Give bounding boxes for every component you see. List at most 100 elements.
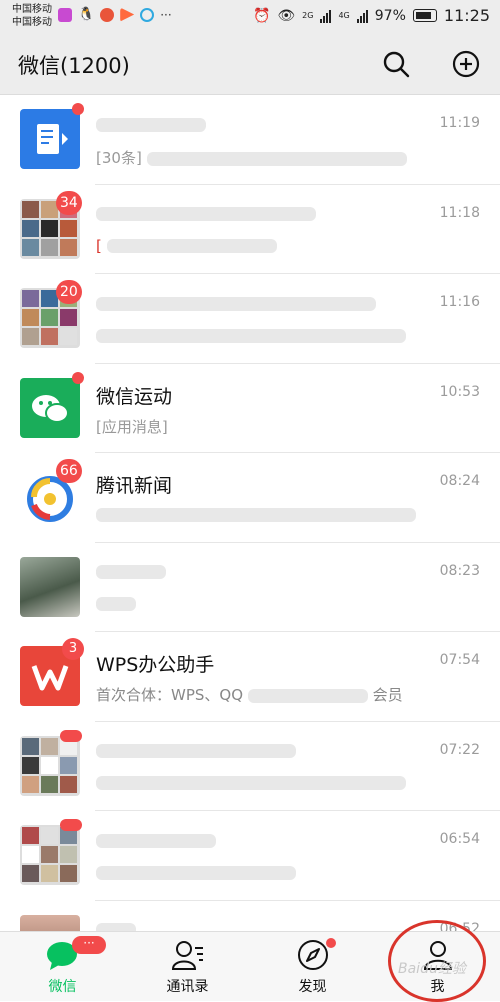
- chat-time: 07:22: [439, 741, 480, 758]
- carrier-2: 中国移动: [12, 17, 52, 28]
- status-right: ⏰ 👁 2G 4G 97% 11:25: [253, 6, 490, 25]
- tab-label: 发现: [298, 979, 327, 995]
- chat-list: 11:19 [30条] 34 11:18 [ 20 11:16 微信运动 10:…: [0, 95, 500, 931]
- chat-preview: [96, 595, 136, 613]
- chat-name: [96, 561, 166, 583]
- wechat-avatar: [20, 377, 80, 438]
- redacted-text: [96, 565, 166, 579]
- chat-name: 微信运动: [96, 385, 173, 408]
- chat-row[interactable]: 微信运动 10:53 [应用消息]: [0, 364, 500, 454]
- redacted-text: [96, 865, 296, 880]
- chat-preview: [96, 774, 406, 792]
- chat-row[interactable]: 3 WPS办公助手 07:54 首次合体：WPS、QQ 会员: [0, 632, 500, 722]
- unread-badge: 34: [56, 190, 82, 215]
- chat-row[interactable]: 06:54: [0, 811, 500, 901]
- chat-preview-text: 首次合体：WPS、QQ: [96, 686, 244, 704]
- chat-time: 10:53: [439, 383, 480, 400]
- chat-time: 08:24: [439, 473, 480, 489]
- eye-icon: 👁: [277, 7, 296, 24]
- chat-time: 06:54: [439, 831, 480, 847]
- tab-discover[interactable]: 发现: [250, 932, 375, 1001]
- battery-icon: [412, 9, 437, 22]
- group-avatar: [20, 825, 80, 885]
- notification-icons: 🐧 ···: [58, 7, 172, 22]
- chat-row[interactable]: 66 腾讯新闻 08:24: [0, 453, 500, 543]
- compass-icon: [298, 940, 328, 970]
- unread-dot: [60, 819, 82, 831]
- chat-name: [96, 292, 376, 314]
- page-title: 微信(1200): [18, 54, 130, 78]
- tab-badge: ···: [72, 936, 106, 954]
- redacted-text: [96, 117, 206, 132]
- chat-name: 腾讯新闻: [96, 475, 173, 497]
- tab-label: 通讯录: [166, 979, 209, 995]
- photo-avatar: [20, 914, 80, 931]
- carrier-labels: 中国移动 中国移动: [12, 3, 52, 29]
- clock: 11:25: [443, 6, 490, 25]
- chat-time: 08:23: [439, 562, 480, 579]
- redacted-text: [96, 507, 416, 522]
- battery-percent: 97%: [374, 7, 406, 24]
- chat-name: WPS办公助手: [96, 654, 215, 676]
- contacts-icon: [171, 941, 203, 970]
- unread-dot: [60, 729, 82, 742]
- status-bar: 中国移动 中国移动 🐧 ··· ⏰ 👁 2G 4G 97% 11:25: [0, 0, 500, 36]
- chat-row[interactable]: 08:23: [0, 543, 500, 633]
- tab-chats[interactable]: ··· 微信: [0, 932, 125, 1001]
- browser-app-icon: [140, 7, 155, 22]
- add-icon[interactable]: [450, 48, 482, 80]
- music-app-icon: [120, 7, 135, 22]
- chat-preview: [96, 505, 416, 523]
- chat-row[interactable]: 11:19 [30条]: [0, 95, 500, 185]
- redacted-text: [96, 597, 136, 611]
- video-app-icon: [58, 7, 72, 22]
- app-header: 微信(1200): [0, 36, 500, 95]
- search-icon[interactable]: [380, 48, 412, 80]
- redacted-text: [247, 688, 368, 703]
- chat-time: 11:19: [439, 115, 480, 131]
- redacted-text: [146, 151, 407, 166]
- photo-avatar: [20, 556, 80, 617]
- alarm-icon: ⏰: [252, 7, 271, 24]
- network-2g: 2G: [302, 11, 314, 20]
- redacted-text: [96, 923, 136, 931]
- chat-time: 07:54: [439, 652, 480, 668]
- redacted-text: [96, 833, 216, 848]
- qq-penguin-icon: 🐧: [78, 7, 95, 22]
- chat-preview: [30条]: [96, 147, 407, 168]
- group-avatar: [20, 735, 80, 796]
- unread-dot: [72, 103, 84, 115]
- chat-time: 11:16: [439, 294, 480, 310]
- redacted-text: [96, 296, 376, 311]
- chat-row[interactable]: 34 11:18 [: [0, 185, 500, 275]
- weibo-icon: [100, 7, 115, 22]
- redacted-text: [96, 776, 406, 790]
- chat-name: [96, 113, 206, 135]
- chat-preview: [应用消息]: [96, 417, 168, 436]
- chat-preview: [96, 326, 406, 344]
- more-notifications: ···: [160, 7, 172, 22]
- chat-preview-text: [30条]: [96, 149, 142, 167]
- chat-preview-tail: 会员: [372, 686, 403, 704]
- chat-name: [96, 829, 216, 851]
- unread-badge: 3: [62, 638, 84, 660]
- unread-badge: 20: [56, 280, 82, 304]
- signal-icon: [356, 9, 368, 23]
- tab-contacts[interactable]: 通讯录: [125, 932, 250, 1001]
- network-4g: 4G: [338, 11, 350, 20]
- chat-preview: [: [96, 237, 277, 255]
- chat-preview: [96, 863, 296, 881]
- chat-name: [96, 919, 136, 931]
- unread-badge: 66: [56, 459, 82, 483]
- signal-icon: [320, 9, 332, 23]
- document-app-avatar: [20, 109, 80, 169]
- chat-name: [96, 203, 316, 225]
- tab-dot: [326, 938, 336, 948]
- unread-dot: [72, 371, 84, 384]
- chat-row[interactable]: 07:22: [0, 722, 500, 812]
- annotation-circle: [388, 920, 486, 1002]
- carrier-1: 中国移动: [12, 4, 52, 15]
- chat-row[interactable]: 20 11:16: [0, 274, 500, 364]
- redacted-text: [96, 328, 406, 343]
- chat-preview: 首次合体：WPS、QQ 会员: [96, 684, 403, 705]
